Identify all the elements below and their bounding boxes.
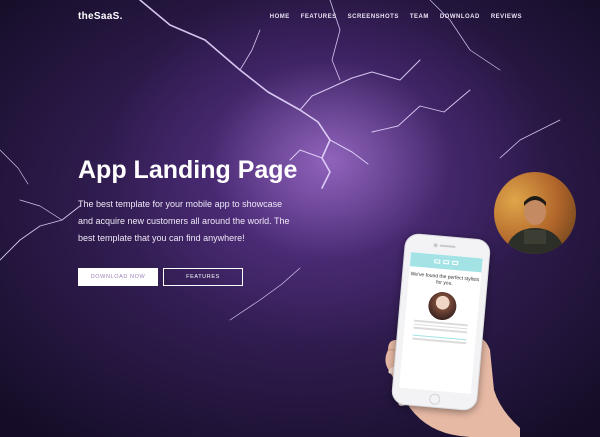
stylist-photo [427, 290, 458, 322]
nav-item-features[interactable]: FEATURES [301, 14, 337, 20]
features-button[interactable]: FEATURES [163, 268, 243, 286]
hero-section: theSaaS. HOME FEATURES SCREENSHOTS TEAM … [0, 0, 600, 437]
phone-mockup: We've found the perfect stylists for you… [380, 232, 520, 437]
smartphone: We've found the perfect stylists for you… [390, 232, 492, 412]
download-now-button[interactable]: DOWNLOAD NOW [78, 268, 158, 286]
nav-item-download[interactable]: DOWNLOAD [440, 14, 480, 20]
home-button [428, 393, 441, 406]
camera-icon [433, 243, 438, 248]
main-nav: HOME FEATURES SCREENSHOTS TEAM DOWNLOAD … [270, 14, 522, 20]
logo[interactable]: theSaaS. [78, 11, 123, 22]
app-tab [452, 260, 459, 266]
hero-description: The best template for your mobile app to… [78, 199, 290, 243]
app-header-bar [409, 252, 483, 273]
hero-title: App Landing Page [78, 156, 298, 184]
nav-item-home[interactable]: HOME [270, 14, 290, 20]
nav-item-screenshots[interactable]: SCREENSHOTS [348, 14, 399, 20]
nav-item-reviews[interactable]: REVIEWS [491, 14, 522, 20]
app-logo-mark [434, 259, 441, 264]
nav-item-team[interactable]: TEAM [410, 14, 429, 20]
app-tab [443, 259, 450, 265]
app-headline: We've found the perfect stylists for you… [410, 271, 480, 287]
speaker-grille [439, 244, 456, 248]
phone-screen: We've found the perfect stylists for you… [399, 252, 483, 394]
top-navigation-bar: theSaaS. HOME FEATURES SCREENSHOTS TEAM … [0, 0, 600, 36]
